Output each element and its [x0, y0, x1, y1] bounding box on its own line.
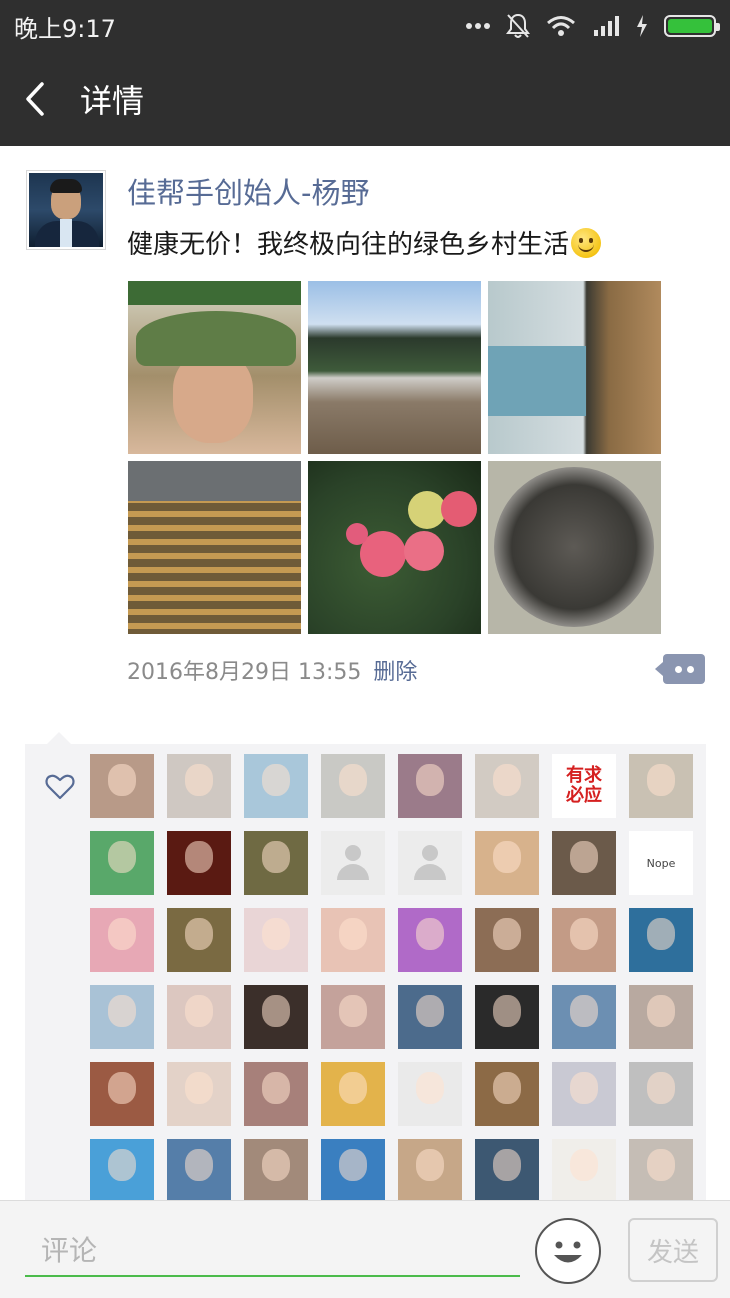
liker-avatar[interactable] — [90, 754, 154, 818]
liker-avatar[interactable] — [90, 985, 154, 1049]
post-text-content: 健康无价！我终极向往的绿色乡村生活 — [127, 230, 570, 260]
liker-avatar[interactable] — [398, 985, 462, 1049]
liker-avatar[interactable] — [629, 1139, 693, 1200]
liker-avatar[interactable] — [90, 1139, 154, 1200]
charging-icon — [637, 15, 647, 37]
comment-input-bar: 发送 — [0, 1200, 730, 1298]
liker-avatar[interactable] — [475, 908, 539, 972]
send-button[interactable]: 发送 — [628, 1218, 718, 1282]
liker-avatar[interactable] — [90, 908, 154, 972]
post-detail: 佳帮手创始人-杨野 健康无价！我终极向往的绿色乡村生活 2016年8月29日 1… — [0, 146, 730, 1200]
liker-avatar[interactable] — [167, 1062, 231, 1126]
liker-avatar[interactable] — [629, 985, 693, 1049]
liker-avatar[interactable] — [629, 754, 693, 818]
liker-avatar[interactable] — [552, 985, 616, 1049]
liker-avatar[interactable] — [321, 985, 385, 1049]
liker-avatar[interactable] — [321, 1062, 385, 1126]
liker-avatar[interactable] — [475, 754, 539, 818]
liker-avatar[interactable] — [398, 754, 462, 818]
photo-grid — [128, 281, 662, 634]
liker-avatar[interactable]: 有求 必应 — [552, 754, 616, 818]
status-time: 晚上9:17 — [14, 14, 116, 43]
liker-avatar[interactable] — [321, 754, 385, 818]
liker-avatar[interactable] — [475, 1139, 539, 1200]
battery-icon — [664, 15, 720, 37]
more-dots-icon — [466, 23, 490, 29]
liker-avatar[interactable] — [552, 1139, 616, 1200]
liker-avatar[interactable] — [552, 1062, 616, 1126]
liker-avatar[interactable] — [90, 831, 154, 895]
post-timestamp: 2016年8月29日 13:55 — [127, 660, 362, 685]
author-name[interactable]: 佳帮手创始人-杨野 — [127, 170, 369, 212]
liker-avatar[interactable] — [321, 831, 385, 895]
chevron-left-icon — [26, 82, 44, 116]
liker-avatar[interactable] — [475, 831, 539, 895]
liker-avatar[interactable] — [321, 908, 385, 972]
liker-avatar[interactable]: Nope — [629, 831, 693, 895]
post-meta: 2016年8月29日 13:55 删除 — [127, 654, 417, 686]
post-photo-2[interactable] — [308, 281, 481, 454]
status-bar: 晚上9:17 — [0, 0, 730, 52]
nav-bar: 详情 — [0, 52, 730, 146]
liker-avatar[interactable] — [398, 1139, 462, 1200]
liker-avatar[interactable] — [398, 831, 462, 895]
liker-avatar-text: 有求 必应 — [566, 765, 602, 806]
smiley-icon — [554, 1241, 582, 1263]
heart-icon — [45, 774, 75, 800]
signal-icon — [594, 16, 619, 36]
post-photo-1[interactable] — [128, 281, 301, 454]
liker-avatar[interactable] — [244, 1062, 308, 1126]
liker-avatar[interactable] — [167, 1139, 231, 1200]
comment-input[interactable] — [25, 1225, 520, 1277]
post-photo-5[interactable] — [308, 461, 481, 634]
post-photo-3[interactable] — [488, 281, 661, 454]
status-icons — [466, 13, 720, 39]
emoji-button[interactable] — [535, 1218, 601, 1284]
liker-avatar[interactable] — [629, 1062, 693, 1126]
liker-avatar[interactable] — [321, 1139, 385, 1200]
back-button[interactable] — [0, 52, 70, 146]
liker-avatar[interactable] — [629, 908, 693, 972]
likes-panel: 有求 必应 Nope — [25, 732, 706, 1200]
liker-avatar[interactable] — [244, 908, 308, 972]
liker-avatar[interactable] — [167, 908, 231, 972]
liker-avatar[interactable] — [167, 985, 231, 1049]
comment-menu-button[interactable] — [655, 654, 705, 684]
liker-avatar[interactable] — [552, 831, 616, 895]
wifi-icon — [547, 16, 575, 36]
smile-emoji-icon — [571, 227, 602, 258]
post-photo-6[interactable] — [488, 461, 661, 634]
delete-link[interactable]: 删除 — [373, 654, 417, 686]
liker-avatar[interactable] — [244, 1139, 308, 1200]
bell-muted-icon — [506, 13, 530, 38]
liker-avatar-text: Nope — [646, 856, 676, 870]
liker-avatar[interactable] — [244, 754, 308, 818]
author-photo — [29, 173, 103, 247]
post-text: 健康无价！我终极向往的绿色乡村生活 — [127, 224, 602, 261]
liker-avatar[interactable] — [552, 908, 616, 972]
post-photo-4[interactable] — [128, 461, 301, 634]
liker-avatar[interactable] — [167, 754, 231, 818]
liker-avatar[interactable] — [475, 1062, 539, 1126]
liker-avatar[interactable] — [167, 831, 231, 895]
page-title: 详情 — [80, 82, 145, 120]
liker-avatar[interactable] — [398, 908, 462, 972]
liker-avatar[interactable] — [90, 1062, 154, 1126]
liker-avatar[interactable] — [244, 985, 308, 1049]
liker-avatar[interactable] — [244, 831, 308, 895]
liker-avatar[interactable] — [398, 1062, 462, 1126]
liker-avatar[interactable] — [475, 985, 539, 1049]
author-avatar[interactable] — [26, 170, 106, 250]
